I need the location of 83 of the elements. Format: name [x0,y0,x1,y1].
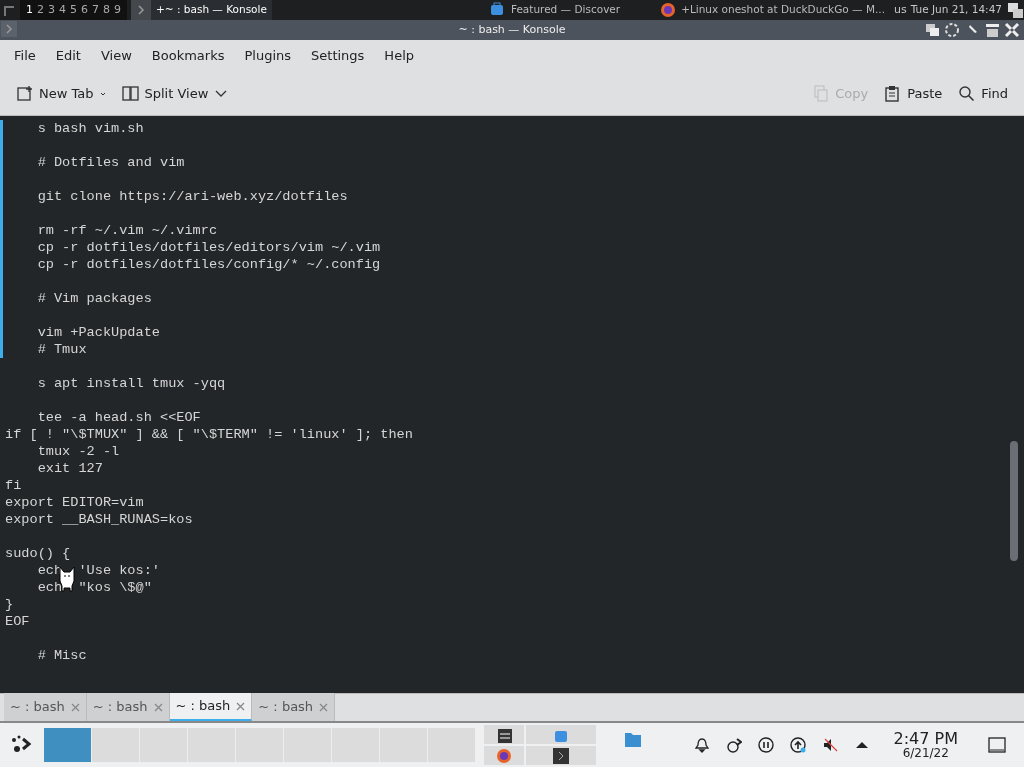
clock-widget[interactable]: 2:47 PM 6/21/22 [893,730,958,760]
desktop-number[interactable]: 1 [24,1,35,19]
caret-icon [99,90,106,97]
desktop-number[interactable]: 9 [112,1,123,19]
terminal-line: s apt install tmux -yqq [36,375,227,392]
toolbar-button[interactable]: Paste [876,79,951,108]
toolbar-button[interactable]: New Tab [8,79,114,108]
terminal-line: EOF [4,613,31,630]
terminal-line: tee -a head.sh <<EOF [36,409,202,426]
chevron-down-icon [214,88,229,99]
windows-icon[interactable] [1006,1,1024,19]
close-icon[interactable] [236,701,246,711]
task-button[interactable]: +Linux oneshot at DuckDuckGo — M... [655,0,890,20]
desktop-number[interactable]: 4 [57,1,68,19]
menu-item[interactable]: Bookmarks [141,46,235,66]
terminal-line: # Vim packages [0,273,1024,307]
close-icon[interactable] [319,702,329,712]
terminal-line: rm -rf ~/.vim ~/.vimrc [0,205,1024,239]
menu-item[interactable]: File [4,46,46,66]
terminal-line: tmux -2 -l [36,443,121,460]
bell-icon[interactable] [693,737,710,753]
keyboard-layout[interactable]: us [894,1,907,19]
terminal-line: exit 127 [36,460,104,477]
terminal-line: # Dotfiles and vim [0,137,1024,171]
close-icon[interactable] [153,702,163,712]
toolbar-button[interactable]: Find [950,79,1016,108]
close-icon[interactable] [70,702,80,712]
menu-item[interactable]: Settings [301,46,375,66]
chevron-icon[interactable] [0,20,20,40]
terminal-line: ech "kos \$@" [36,579,153,596]
terminal-tab[interactable]: ~ : bash [86,693,170,721]
terminal-tab[interactable]: ~ : bash [252,693,336,721]
search-icon [958,85,976,102]
clipboard-icon [884,85,902,102]
keep-below-icon[interactable] [924,22,940,38]
terminal-line: # Tmux [0,341,1024,358]
terminal-line: export EDITOR=vim [4,494,145,511]
desktop-number[interactable]: 3 [46,1,57,19]
desktop-number[interactable]: 5 [68,1,79,19]
desktop-number[interactable]: 8 [101,1,112,19]
upload-icon[interactable] [789,737,806,753]
folder-icon[interactable] [624,732,642,748]
desktop-number[interactable]: 6 [79,1,90,19]
copy-icon [812,85,830,102]
desktop-number[interactable]: 7 [90,1,101,19]
expand-button[interactable] [131,0,151,20]
muted-speaker-icon[interactable] [821,737,838,753]
terminal-line: cp -r dotfiles/dotfiles/editors/vim ~/.vim [0,239,1024,256]
chevron-icon [137,5,145,15]
task-button[interactable]: +~ : bash — Konsole [151,0,272,20]
scrollbar-thumb[interactable] [1010,441,1018,561]
bag-icon [489,2,506,18]
pager-desktop[interactable] [44,728,92,762]
desktop-number[interactable]: 2 [35,1,46,19]
terminal-line: cp -r dotfiles/dotfiles/config/* ~/.config [0,256,1024,273]
terminal-icon[interactable] [553,747,569,764]
terminal-tab[interactable]: ~ : bash [4,693,87,721]
all-desktops-icon[interactable] [944,22,960,38]
window-title: ~ : bash — Konsole [457,21,567,38]
show-desktop-icon[interactable] [988,736,1006,754]
terminal-line: # Misc [36,647,88,664]
terminal-line: } [4,596,15,613]
terminal-tab[interactable]: ~ : bash [169,693,253,721]
terminal-line: vim +PackUpdate [0,307,1024,341]
task-button[interactable]: Featured — Discover [484,0,626,20]
pause-icon[interactable] [757,737,774,753]
terminal-line: export __BASH_RUNAS=kos [4,511,194,528]
split-view-icon [121,85,139,102]
toolbar-button[interactable]: Split View [113,79,237,108]
mixer-icon[interactable] [496,726,512,743]
terminal-line: s bash vim.sh [0,120,1024,137]
terminal-line: sudo() { [4,545,72,562]
menu-item[interactable]: Help [374,46,424,66]
terminal-line: fi [4,477,23,494]
menu-item[interactable]: View [90,46,142,66]
new-tab-icon [16,85,33,102]
menu-item[interactable]: Plugins [234,46,302,66]
terminal-line: git clone https://ari-web.xyz/dotfiles [0,171,1024,205]
terminal-line: if [ ! "\$TMUX" ] && [ "\$TERM" != 'linux' ]; then [4,426,414,443]
clock: Tue Jun 21, 14:47 [910,2,1002,18]
menu-item[interactable]: Edit [45,46,91,66]
fullscreen-icon[interactable] [1004,22,1020,38]
maximize-icon[interactable] [984,22,1000,38]
